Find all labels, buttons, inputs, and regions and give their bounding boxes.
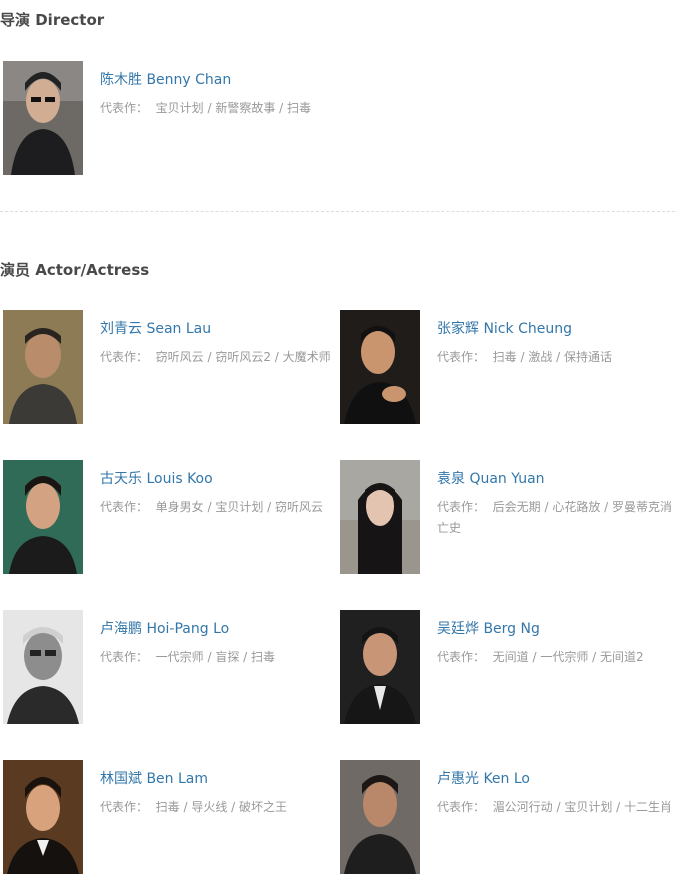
works-list: 湄公河行动 / 宝贝计划 / 十二生肖 (492, 800, 673, 814)
representative-works: 代表作： 扫毒 / 激战 / 保持通话 (437, 347, 675, 368)
representative-works: 代表作： 无间道 / 一代宗师 / 无间道2 (437, 647, 675, 668)
person-name-link[interactable]: 袁泉 Quan Yuan (437, 468, 545, 488)
person-name-link[interactable]: 卢惠光 Ken Lo (437, 768, 530, 788)
portrait-image-icon (340, 310, 420, 424)
actor-section-title: 演员 Actor/Actress (0, 261, 150, 279)
director-section-title: 导演 Director (0, 11, 105, 29)
portrait-image-icon (3, 310, 83, 424)
actor-card: 古天乐 Louis Koo 代表作： 单身男女 / 宝贝计划 / 窃听风云 (0, 460, 330, 575)
person-name-link[interactable]: 陈木胜 Benny Chan (100, 69, 231, 89)
works-label: 代表作： (100, 500, 149, 514)
representative-works: 代表作： 单身男女 / 宝贝计划 / 窃听风云 (100, 497, 338, 518)
person-name-link[interactable]: 张家辉 Nick Cheung (437, 318, 572, 338)
person-name-link[interactable]: 林国斌 Ben Lam (100, 768, 208, 788)
director-photo[interactable] (3, 61, 83, 175)
section-divider (0, 211, 675, 212)
director-card: 陈木胜 Benny Chan 代表作： 宝贝计划 / 新警察故事 / 扫毒 (0, 61, 330, 176)
works-list: 窃听风云 / 窃听风云2 / 大魔术师 (155, 350, 331, 364)
works-list: 扫毒 / 导火线 / 破坏之王 (155, 800, 288, 814)
actor-card: 袁泉 Quan Yuan 代表作： 后会无期 / 心花路放 / 罗曼蒂克消亡史 (337, 460, 672, 575)
actor-photo[interactable] (340, 610, 420, 724)
actor-photo[interactable] (3, 610, 83, 724)
actor-photo[interactable] (340, 760, 420, 874)
person-name-link[interactable]: 古天乐 Louis Koo (100, 468, 213, 488)
works-list: 无间道 / 一代宗师 / 无间道2 (492, 650, 644, 664)
works-label: 代表作： (437, 500, 486, 514)
works-label: 代表作： (100, 650, 149, 664)
person-name-link[interactable]: 卢海鹏 Hoi-Pang Lo (100, 618, 229, 638)
actor-card: 卢惠光 Ken Lo 代表作： 湄公河行动 / 宝贝计划 / 十二生肖 (337, 760, 672, 875)
actor-card: 林国斌 Ben Lam 代表作： 扫毒 / 导火线 / 破坏之王 (0, 760, 330, 875)
works-list: 一代宗师 / 盲探 / 扫毒 (155, 650, 276, 664)
actor-card: 张家辉 Nick Cheung 代表作： 扫毒 / 激战 / 保持通话 (337, 310, 667, 425)
representative-works: 代表作： 宝贝计划 / 新警察故事 / 扫毒 (100, 98, 338, 119)
portrait-image-icon (340, 610, 420, 724)
portrait-image-icon (3, 760, 83, 874)
representative-works: 代表作： 一代宗师 / 盲探 / 扫毒 (100, 647, 338, 668)
actor-photo[interactable] (340, 310, 420, 424)
actor-photo[interactable] (3, 460, 83, 574)
actor-photo[interactable] (340, 460, 420, 574)
portrait-image-icon (3, 610, 83, 724)
actor-card: 吴廷烨 Berg Ng 代表作： 无间道 / 一代宗师 / 无间道2 (337, 610, 667, 725)
actor-photo[interactable] (3, 310, 83, 424)
person-name-link[interactable]: 刘青云 Sean Lau (100, 318, 211, 338)
works-label: 代表作： (100, 800, 149, 814)
works-list: 扫毒 / 激战 / 保持通话 (492, 350, 613, 364)
portrait-image-icon (340, 460, 420, 574)
works-list: 单身男女 / 宝贝计划 / 窃听风云 (155, 500, 324, 514)
works-label: 代表作： (437, 350, 486, 364)
works-label: 代表作： (437, 650, 486, 664)
representative-works: 代表作： 扫毒 / 导火线 / 破坏之王 (100, 797, 338, 818)
representative-works: 代表作： 后会无期 / 心花路放 / 罗曼蒂克消亡史 (437, 497, 675, 539)
portrait-image-icon (340, 760, 420, 874)
works-label: 代表作： (100, 350, 149, 364)
works-label: 代表作： (437, 800, 486, 814)
actor-photo[interactable] (3, 760, 83, 874)
portrait-image-icon (3, 61, 83, 175)
person-name-link[interactable]: 吴廷烨 Berg Ng (437, 618, 540, 638)
representative-works: 代表作： 湄公河行动 / 宝贝计划 / 十二生肖 (437, 797, 675, 818)
actor-card: 刘青云 Sean Lau 代表作： 窃听风云 / 窃听风云2 / 大魔术师 (0, 310, 331, 425)
works-list: 宝贝计划 / 新警察故事 / 扫毒 (155, 101, 312, 115)
portrait-image-icon (3, 460, 83, 574)
works-label: 代表作： (100, 101, 149, 115)
representative-works: 代表作： 窃听风云 / 窃听风云2 / 大魔术师 (100, 347, 338, 368)
actor-card: 卢海鹏 Hoi-Pang Lo 代表作： 一代宗师 / 盲探 / 扫毒 (0, 610, 330, 725)
